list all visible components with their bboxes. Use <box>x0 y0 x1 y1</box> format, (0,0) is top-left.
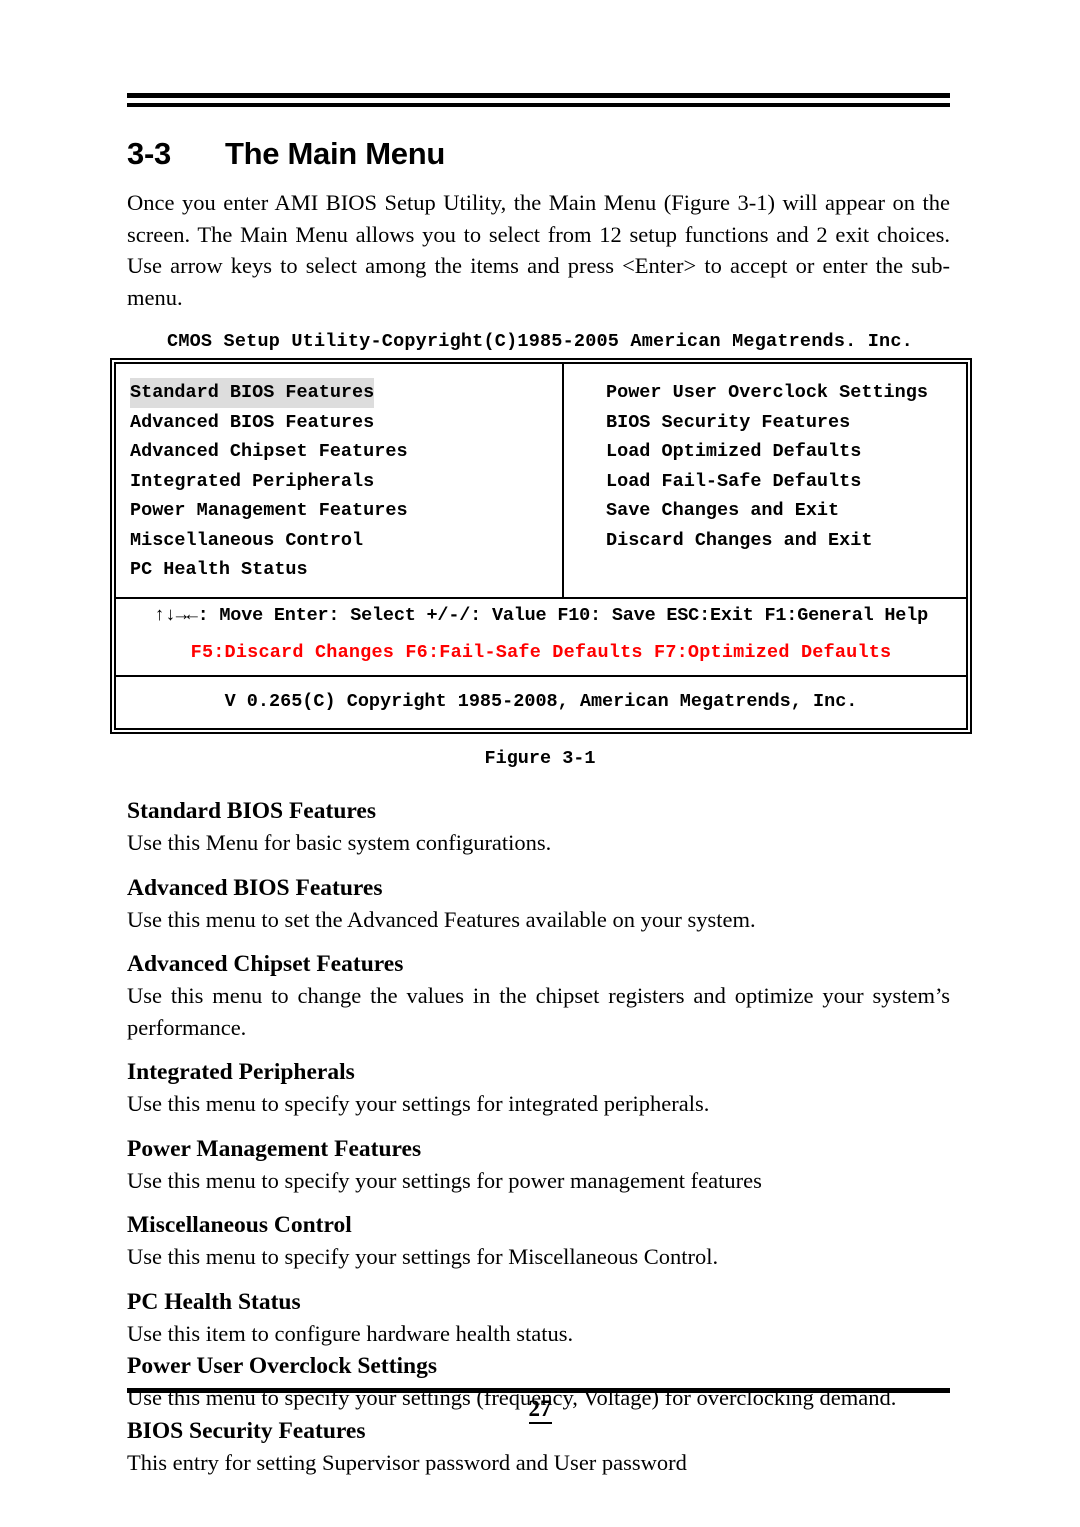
menu-row: Discard Changes and Exit <box>606 526 966 556</box>
description-heading-standard-bios-features: Standard BIOS Features <box>127 798 376 824</box>
description-heading-advanced-bios-features: Advanced BIOS Features <box>127 874 383 901</box>
footer-rule-line-1 <box>127 1388 950 1393</box>
menu-item-bios-security-features[interactable]: BIOS Security Features <box>606 408 850 438</box>
menu-item-power-management-features[interactable]: Power Management Features <box>130 496 408 526</box>
menu-item-advanced-bios-features[interactable]: Advanced BIOS Features <box>130 408 374 438</box>
footer-rule <box>127 1388 950 1393</box>
bios-version-line: V 0.265(C) Copyright 1985-2008, American… <box>224 690 858 712</box>
menu-row: Power Management Features <box>130 496 562 526</box>
section-number: 3-3 <box>127 136 171 171</box>
page-title: 3-3 The Main Menu <box>127 136 445 172</box>
bios-menu-area: Standard BIOS Features Advanced BIOS Fea… <box>116 364 966 599</box>
bios-function-keys-help: F5:Discard Changes F6:Fail-Safe Defaults… <box>190 641 892 663</box>
description-body-advanced-chipset-features: Use this menu to change the values in th… <box>127 983 950 1040</box>
menu-item-advanced-chipset-features[interactable]: Advanced Chipset Features <box>130 437 408 467</box>
page-number-value: 27 <box>528 1396 552 1424</box>
description-body-advanced-bios-features: Use this menu to set the Advanced Featur… <box>127 906 756 932</box>
figure-caption: Figure 3-1 <box>484 748 596 769</box>
section-title: The Main Menu <box>225 136 445 171</box>
menu-row: Miscellaneous Control <box>130 526 562 556</box>
description-body-bios-security-features: This entry for setting Supervisor passwo… <box>127 1449 687 1475</box>
bios-setup-window: Standard BIOS Features Advanced BIOS Fea… <box>110 358 972 734</box>
description-body-standard-bios-features: Use this Menu for basic system configura… <box>127 830 552 855</box>
header-rule <box>127 93 950 107</box>
menu-row: PC Health Status <box>130 555 562 585</box>
description-heading-pc-health-status: PC Health Status <box>127 1288 301 1315</box>
menu-item-save-changes-and-exit[interactable]: Save Changes and Exit <box>606 496 839 526</box>
description-heading-power-user-overclock-settings: Power User Overclock Settings <box>127 1353 438 1379</box>
menu-row: Advanced BIOS Features <box>130 408 562 438</box>
bios-menu-left-column: Standard BIOS Features Advanced BIOS Fea… <box>116 364 564 597</box>
menu-item-standard-bios-features[interactable]: Standard BIOS Features <box>130 378 375 408</box>
menu-item-discard-changes-and-exit[interactable]: Discard Changes and Exit <box>606 526 872 556</box>
page-number: 27 <box>0 1396 1080 1424</box>
bios-window-inner: Standard BIOS Features Advanced BIOS Fea… <box>114 362 968 730</box>
menu-row: BIOS Security Features <box>606 408 966 438</box>
intro-paragraph: Once you enter AMI BIOS Setup Utility, t… <box>127 190 950 310</box>
description-body-miscellaneous-control: Use this menu to specify your settings f… <box>127 1244 719 1269</box>
menu-item-pc-health-status[interactable]: PC Health Status <box>130 555 308 585</box>
description-heading-power-management-features: Power Management Features <box>127 1135 422 1162</box>
menu-item-miscellaneous-control[interactable]: Miscellaneous Control <box>130 526 363 556</box>
menu-row: Power User Overclock Settings <box>606 378 966 408</box>
menu-item-power-user-overclock-settings[interactable]: Power User Overclock Settings <box>606 378 928 408</box>
document-page: 3-3 The Main Menu Once you enter AMI BIOS… <box>0 0 1080 1527</box>
description-heading-advanced-chipset-features: Advanced Chipset Features <box>127 951 404 977</box>
description-body-integrated-peripherals: Use this menu to specify your settings f… <box>127 1091 710 1116</box>
description-heading-integrated-peripherals: Integrated Peripherals <box>127 1059 355 1085</box>
description-heading-miscellaneous-control: Miscellaneous Control <box>127 1212 352 1238</box>
bios-navigation-help: ↑↓→←: Move Enter: Select +/-/: Value F10… <box>153 604 929 626</box>
bios-help-area: ↑↓→←: Move Enter: Select +/-/: Value F10… <box>116 599 966 677</box>
description-body-power-management-features: Use this menu to specify your settings f… <box>127 1167 762 1193</box>
menu-row: Advanced Chipset Features <box>130 437 562 467</box>
bios-menu-right-column: Power User Overclock Settings BIOS Secur… <box>564 364 966 597</box>
menu-item-integrated-peripherals[interactable]: Integrated Peripherals <box>130 467 374 497</box>
menu-row: Load Fail-Safe Defaults <box>606 467 966 497</box>
menu-row: Standard BIOS Features <box>130 378 562 408</box>
bios-window-title: CMOS Setup Utility-Copyright(C)1985-2005… <box>167 331 913 352</box>
menu-row: Integrated Peripherals <box>130 467 562 497</box>
menu-item-load-optimized-defaults[interactable]: Load Optimized Defaults <box>606 437 861 467</box>
description-list: Standard BIOS Features Use this Menu for… <box>127 782 950 1478</box>
menu-item-load-fail-safe-defaults[interactable]: Load Fail-Safe Defaults <box>606 467 861 497</box>
header-rule-line-2 <box>127 103 950 107</box>
menu-row: Save Changes and Exit <box>606 496 966 526</box>
description-body-pc-health-status: Use this item to configure hardware heal… <box>127 1320 574 1346</box>
menu-row: Load Optimized Defaults <box>606 437 966 467</box>
